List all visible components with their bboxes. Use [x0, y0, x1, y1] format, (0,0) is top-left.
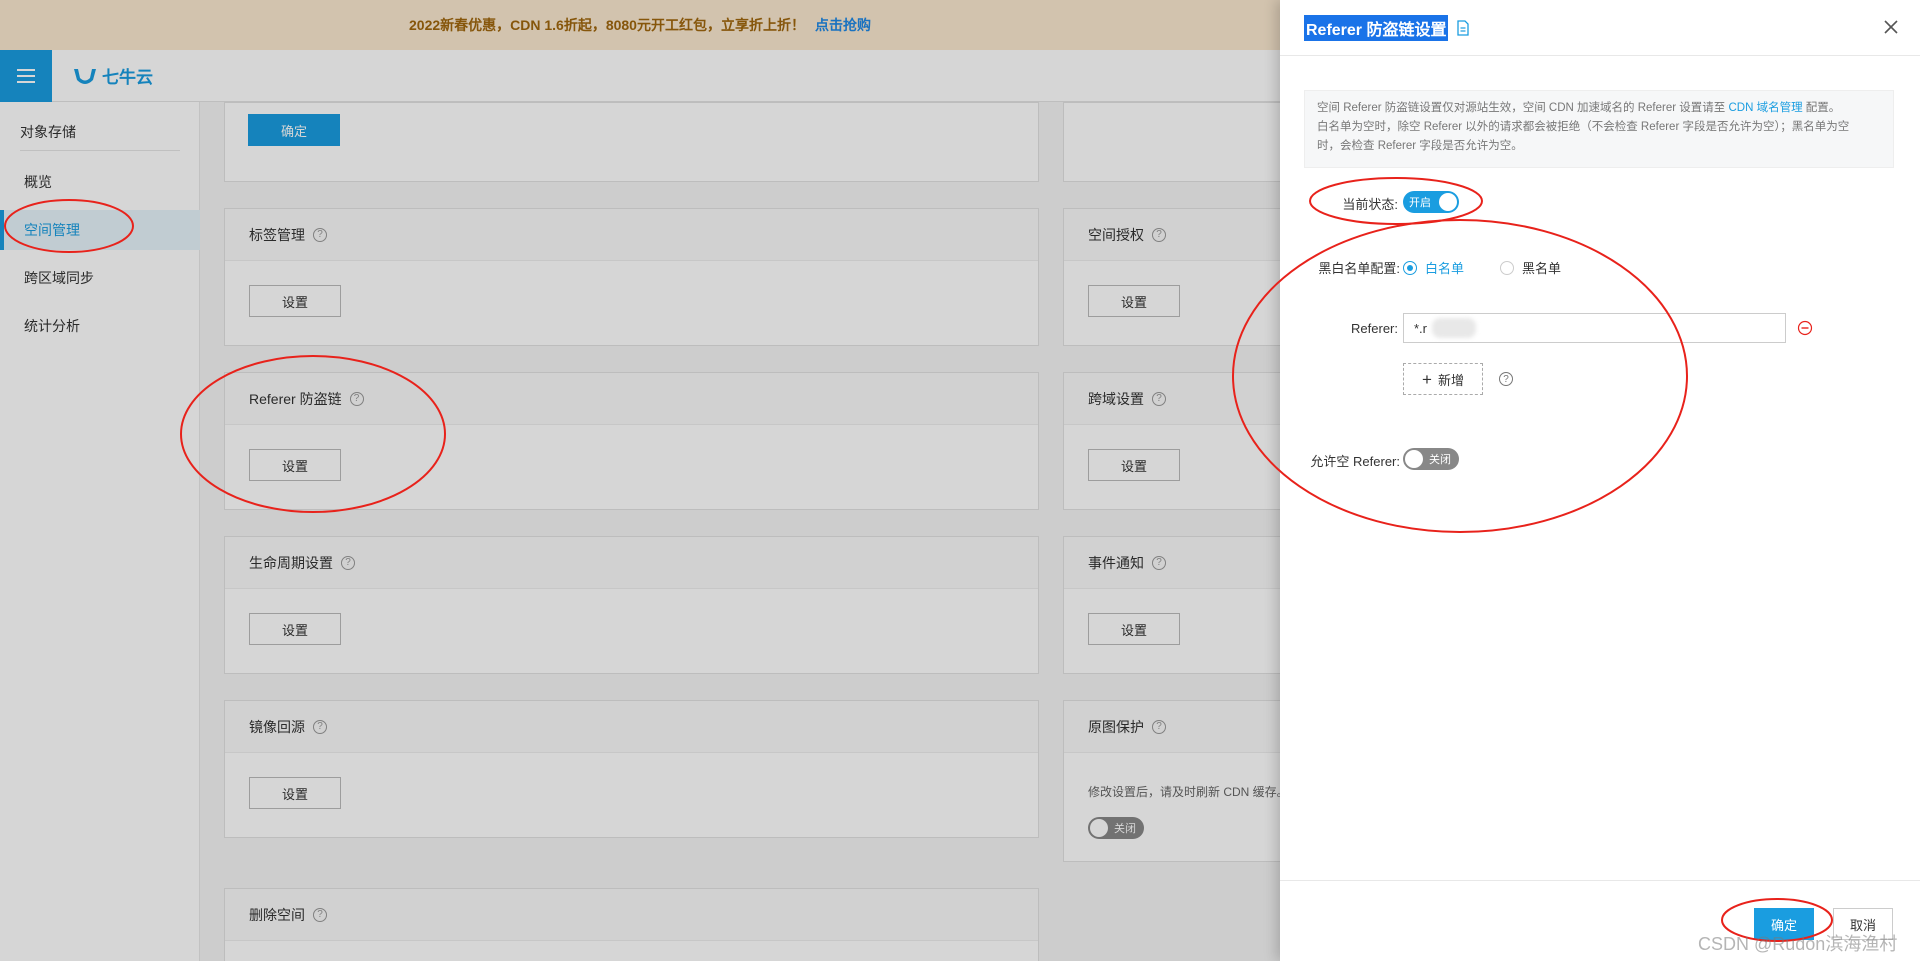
whitelist-label: 白名单	[1425, 261, 1465, 276]
remove-circle-icon[interactable]	[1797, 320, 1813, 336]
plus-icon: +	[1422, 369, 1432, 389]
cdn-domain-link[interactable]: CDN 域名管理	[1728, 102, 1802, 114]
info-text: 空间 Referer 防盗链设置仅对源站生效，空间 CDN 加速域名的 Refe…	[1317, 102, 1726, 114]
redaction-blur	[1432, 318, 1476, 338]
info-notice: 空间 Referer 防盗链设置仅对源站生效，空间 CDN 加速域名的 Refe…	[1304, 90, 1894, 168]
watermark: CSDN @Rudon滨海渔村	[1698, 934, 1898, 954]
blacklist-label: 黑名单	[1522, 261, 1562, 276]
allow-empty-label: 允许空 Referer:	[1310, 454, 1400, 469]
radio-dot	[1500, 260, 1514, 275]
list-type-label: 黑白名单配置:	[1318, 261, 1400, 276]
blacklist-radio[interactable]: 黑名单	[1500, 258, 1561, 277]
whitelist-radio[interactable]: 白名单	[1403, 258, 1464, 277]
info-text: 时，会检查 Referer 字段是否允许为空。	[1317, 140, 1523, 152]
modal-overlay[interactable]	[0, 0, 1280, 961]
drawer-header: Referer 防盗链设置	[1280, 0, 1920, 56]
status-label: 当前状态:	[1342, 197, 1398, 212]
status-toggle[interactable]: 开启	[1403, 191, 1459, 213]
add-referer-button[interactable]: + 新增	[1403, 363, 1483, 395]
radio-dot	[1403, 260, 1417, 275]
info-text: 配置。	[1805, 102, 1841, 114]
info-text: 白名单为空时，除空 Referer 以外的请求都会被拒绝（不会检查 Refere…	[1317, 121, 1850, 133]
toggle-label: 关闭	[1429, 454, 1451, 466]
toggle-knob	[1439, 193, 1457, 211]
toggle-knob	[1405, 450, 1423, 468]
help-icon[interactable]: ?	[1499, 372, 1513, 386]
drawer-title: Referer 防盗链设置	[1304, 14, 1449, 41]
referer-label: Referer:	[1351, 321, 1398, 336]
close-icon[interactable]	[1882, 18, 1900, 36]
referer-settings-drawer: Referer 防盗链设置 空间 Referer 防盗链设置仅对源站生效，空间 …	[1280, 0, 1920, 961]
toggle-label: 开启	[1409, 197, 1431, 209]
document-icon[interactable]	[1456, 19, 1470, 36]
add-label: 新增	[1437, 372, 1464, 388]
allow-empty-toggle[interactable]: 关闭	[1403, 448, 1459, 470]
